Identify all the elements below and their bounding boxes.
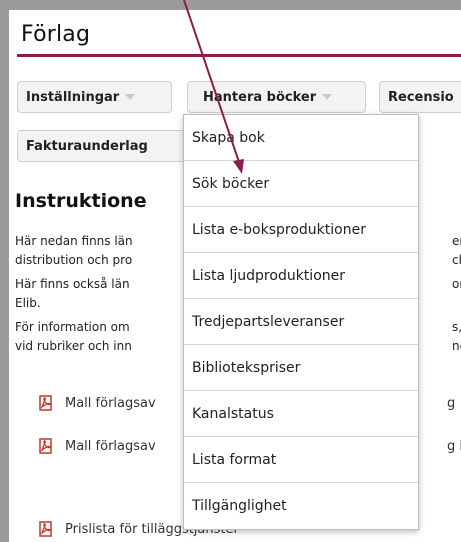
text-fragment: om	[452, 277, 461, 291]
billing-menu-label: Fakturaunderlag	[26, 138, 148, 154]
billing-menu-button[interactable]: Fakturaunderlag	[17, 130, 187, 162]
menu-item-accessibility[interactable]: Tillgänglighet	[184, 483, 418, 529]
text-fragment: Här finns också län	[15, 277, 130, 291]
document-link-label: Mall förlagsav	[65, 438, 156, 454]
text-fragment: g	[447, 395, 456, 411]
menu-item-create-book[interactable]: Skapa bok	[184, 115, 418, 161]
text-fragment: s, l	[452, 320, 461, 334]
menu-item-audio-productions[interactable]: Lista ljudproduktioner	[184, 253, 418, 299]
menu-item-search-books[interactable]: Sök böcker	[184, 161, 418, 207]
menu-item-channel-status[interactable]: Kanalstatus	[184, 391, 418, 437]
text-fragment: ch	[452, 253, 461, 267]
title-divider	[17, 54, 461, 57]
text-fragment: distribution och pro	[15, 253, 133, 267]
text-fragment: g i	[447, 438, 461, 454]
reviews-menu-button[interactable]: Recensio	[379, 81, 461, 113]
pdf-icon	[39, 438, 53, 454]
text-fragment: Här nedan finns län	[15, 234, 133, 248]
pdf-icon	[39, 395, 53, 411]
settings-menu-button[interactable]: Inställningar	[17, 81, 172, 113]
manage-books-menu-button[interactable]: Hantera böcker	[187, 81, 366, 113]
menu-item-third-party-deliveries[interactable]: Tredjepartsleveranser	[184, 299, 418, 345]
page-title: Förlag	[21, 22, 91, 47]
menu-item-library-prices[interactable]: Bibliotekspriser	[184, 345, 418, 391]
manage-books-menu-label: Hantera böcker	[203, 89, 317, 105]
text-fragment: vid rubriker och inn	[15, 339, 132, 353]
reviews-menu-label: Recensio	[388, 89, 454, 105]
menu-item-list-formats[interactable]: Lista format	[184, 437, 418, 483]
text-fragment: ne	[452, 339, 461, 353]
text-fragment: För information om	[15, 320, 130, 334]
manage-books-dropdown: Skapa bok Sök böcker Lista e-boksprodukt…	[183, 114, 419, 530]
document-link[interactable]: Mall förlagsav g	[39, 392, 455, 414]
instructions-heading: Instruktione	[15, 190, 147, 212]
text-fragment: er	[452, 234, 461, 248]
settings-menu-label: Inställningar	[26, 89, 120, 105]
chevron-down-icon	[125, 94, 136, 100]
publisher-page: Förlag Inställningar Hantera böcker Rece…	[9, 10, 461, 542]
text-fragment: Elib.	[15, 296, 41, 310]
chevron-down-icon	[322, 94, 333, 100]
pdf-icon	[39, 521, 53, 537]
document-link[interactable]: Mall förlagsav g i	[39, 435, 461, 457]
document-link-label: Mall förlagsav	[65, 395, 156, 411]
menu-item-ebook-productions[interactable]: Lista e-boksproduktioner	[184, 207, 418, 253]
